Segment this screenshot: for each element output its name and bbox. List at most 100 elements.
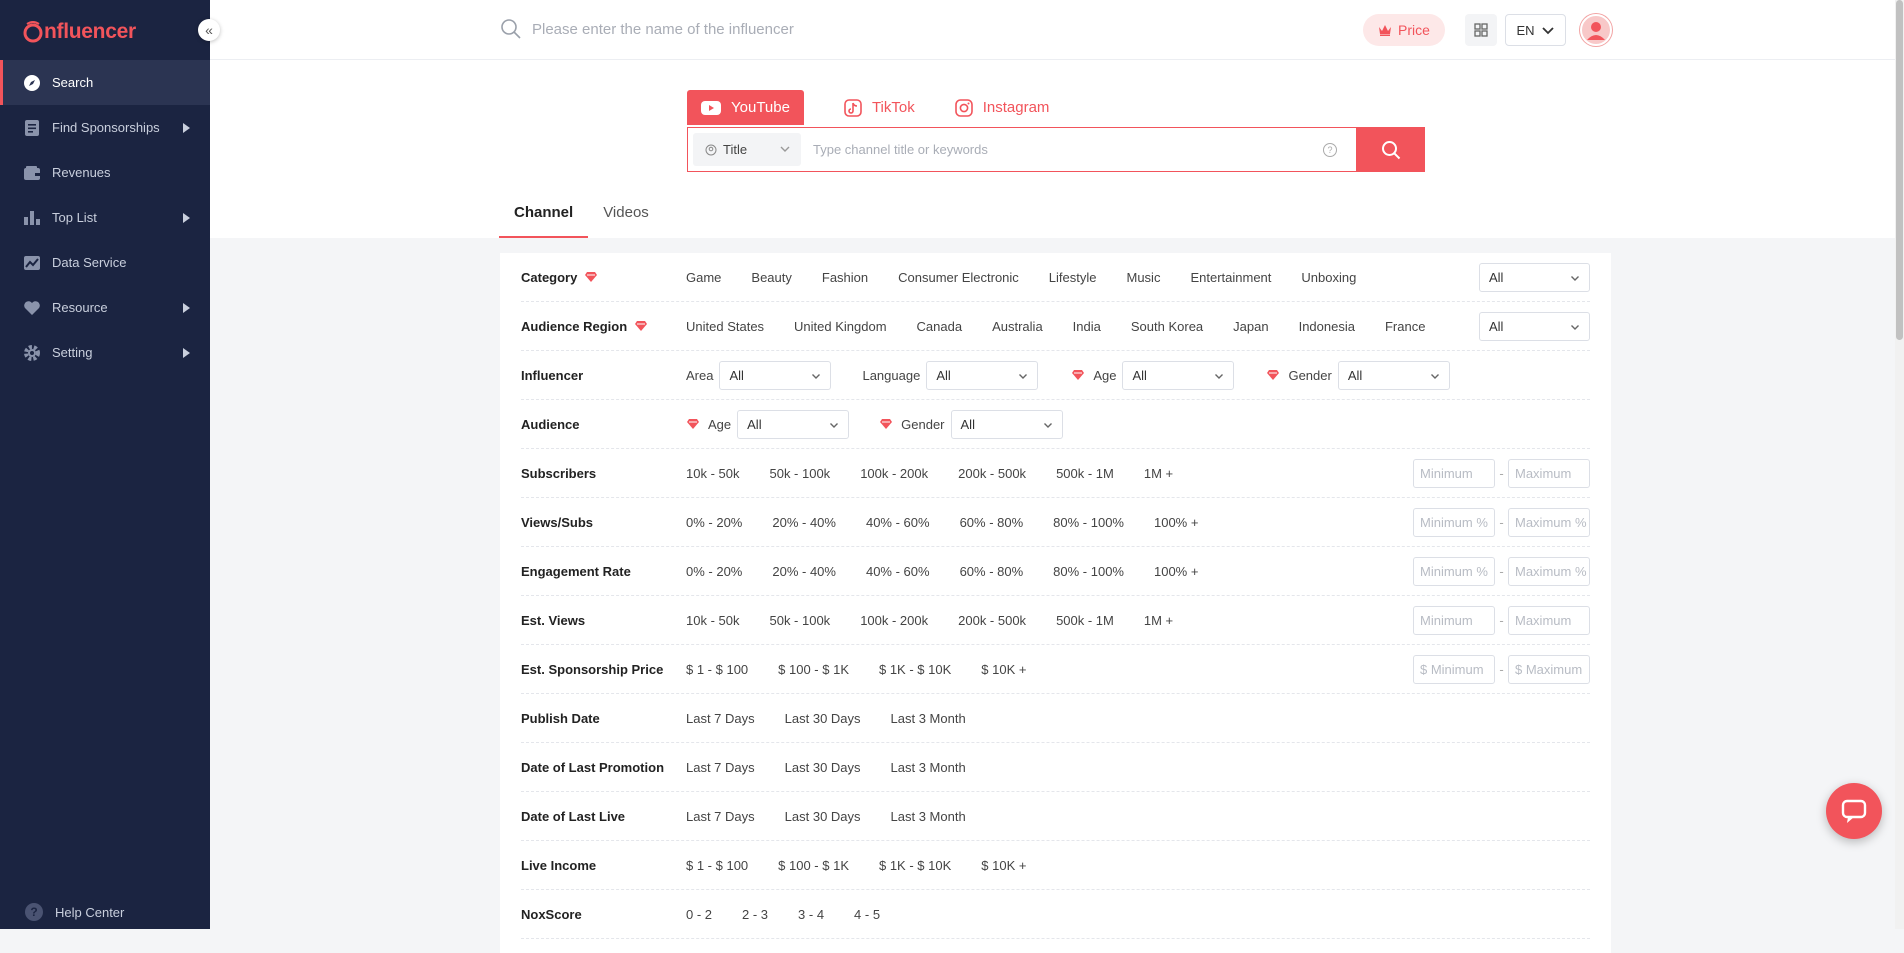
search-button[interactable] bbox=[1357, 127, 1425, 172]
min-input[interactable]: Minimum % bbox=[1413, 557, 1495, 586]
income-option[interactable]: $ 1K - $ 10K bbox=[879, 858, 951, 873]
tab-youtube[interactable]: YouTube bbox=[687, 90, 804, 125]
date-option[interactable]: Last 7 Days bbox=[686, 809, 755, 824]
logo[interactable]: nfluencer bbox=[22, 18, 136, 46]
page-scrollbar[interactable] bbox=[1895, 0, 1904, 929]
min-input[interactable]: Minimum bbox=[1413, 606, 1495, 635]
category-option[interactable]: Music bbox=[1127, 270, 1161, 285]
sidebar-item-resource[interactable]: Resource bbox=[0, 285, 210, 330]
region-option[interactable]: France bbox=[1385, 319, 1425, 334]
region-option[interactable]: Japan bbox=[1233, 319, 1268, 334]
range-option[interactable]: 100% + bbox=[1154, 564, 1198, 579]
price-option[interactable]: $ 100 - $ 1K bbox=[778, 662, 849, 677]
region-option[interactable]: United States bbox=[686, 319, 764, 334]
price-option[interactable]: $ 1K - $ 10K bbox=[879, 662, 951, 677]
min-input[interactable]: Minimum % bbox=[1413, 508, 1495, 537]
range-option[interactable]: 60% - 80% bbox=[960, 564, 1024, 579]
date-option[interactable]: Last 30 Days bbox=[785, 809, 861, 824]
score-option[interactable]: 3 - 4 bbox=[798, 907, 824, 922]
influencer-search-input[interactable] bbox=[532, 20, 932, 38]
tab-instagram[interactable]: Instagram bbox=[941, 90, 1064, 125]
range-option[interactable]: 100% + bbox=[1154, 515, 1198, 530]
price-option[interactable]: $ 1 - $ 100 bbox=[686, 662, 748, 677]
date-option[interactable]: Last 7 Days bbox=[686, 711, 755, 726]
max-input[interactable]: Maximum bbox=[1508, 459, 1590, 488]
date-option[interactable]: Last 3 Month bbox=[891, 809, 966, 824]
min-input[interactable]: $ Minimum bbox=[1413, 655, 1495, 684]
range-option[interactable]: 40% - 60% bbox=[866, 564, 930, 579]
income-option[interactable]: $ 1 - $ 100 bbox=[686, 858, 748, 873]
income-option[interactable]: $ 10K + bbox=[981, 858, 1026, 873]
tab-channel[interactable]: Channel bbox=[499, 196, 589, 238]
score-option[interactable]: 2 - 3 bbox=[742, 907, 768, 922]
category-option[interactable]: Entertainment bbox=[1190, 270, 1271, 285]
language-filter-select[interactable]: All bbox=[926, 360, 1039, 390]
influencer-gender-select[interactable]: All bbox=[1337, 360, 1450, 390]
category-option[interactable]: Fashion bbox=[822, 270, 868, 285]
income-option[interactable]: $ 100 - $ 1K bbox=[778, 858, 849, 873]
range-option[interactable]: 100k - 200k bbox=[860, 466, 928, 481]
sidebar-item-data-service[interactable]: Data Service bbox=[0, 240, 210, 285]
category-select[interactable]: All bbox=[1479, 263, 1590, 292]
range-option[interactable]: 80% - 100% bbox=[1053, 515, 1124, 530]
region-option[interactable]: South Korea bbox=[1131, 319, 1203, 334]
search-field-select[interactable]: Title bbox=[693, 133, 801, 166]
range-option[interactable]: 200k - 500k bbox=[958, 613, 1026, 628]
range-option[interactable]: 0% - 20% bbox=[686, 515, 742, 530]
range-option[interactable]: 500k - 1M bbox=[1056, 613, 1114, 628]
range-option[interactable]: 0% - 20% bbox=[686, 564, 742, 579]
apps-button[interactable] bbox=[1465, 14, 1497, 46]
max-input[interactable]: Maximum bbox=[1508, 606, 1590, 635]
category-option[interactable]: Unboxing bbox=[1301, 270, 1356, 285]
max-input[interactable]: Maximum % bbox=[1508, 508, 1590, 537]
range-option[interactable]: 100k - 200k bbox=[860, 613, 928, 628]
region-option[interactable]: India bbox=[1073, 319, 1101, 334]
date-option[interactable]: Last 30 Days bbox=[785, 760, 861, 775]
sidebar-item-revenues[interactable]: Revenues bbox=[0, 150, 210, 195]
help-icon[interactable]: ? bbox=[1323, 142, 1337, 157]
region-select[interactable]: All bbox=[1479, 312, 1590, 341]
range-option[interactable]: 50k - 100k bbox=[769, 613, 830, 628]
sidebar-item-top-list[interactable]: Top List bbox=[0, 195, 210, 240]
date-option[interactable]: Last 7 Days bbox=[686, 760, 755, 775]
audience-age-select[interactable]: All bbox=[737, 409, 850, 439]
keyword-input[interactable] bbox=[813, 142, 1313, 157]
sidebar-item-find-sponsorships[interactable]: Find Sponsorships bbox=[0, 105, 210, 150]
language-select[interactable]: EN bbox=[1505, 14, 1566, 46]
influencer-age-select[interactable]: All bbox=[1122, 360, 1235, 390]
help-center-link[interactable]: ? Help Center bbox=[25, 903, 124, 921]
score-option[interactable]: 4 - 5 bbox=[854, 907, 880, 922]
range-option[interactable]: 50k - 100k bbox=[769, 466, 830, 481]
audience-gender-select[interactable]: All bbox=[950, 409, 1063, 439]
region-option[interactable]: Australia bbox=[992, 319, 1043, 334]
sidebar-item-setting[interactable]: Setting bbox=[0, 330, 210, 375]
tab-videos[interactable]: Videos bbox=[588, 196, 664, 238]
range-option[interactable]: 1M + bbox=[1144, 613, 1173, 628]
area-select[interactable]: All bbox=[719, 360, 832, 390]
region-option[interactable]: Canada bbox=[917, 319, 963, 334]
price-option[interactable]: $ 10K + bbox=[981, 662, 1026, 677]
category-option[interactable]: Lifestyle bbox=[1049, 270, 1097, 285]
range-option[interactable]: 500k - 1M bbox=[1056, 466, 1114, 481]
date-option[interactable]: Last 3 Month bbox=[891, 760, 966, 775]
min-input[interactable]: Minimum bbox=[1413, 459, 1495, 488]
range-option[interactable]: 1M + bbox=[1144, 466, 1173, 481]
avatar[interactable] bbox=[1580, 14, 1612, 46]
range-option[interactable]: 80% - 100% bbox=[1053, 564, 1124, 579]
range-option[interactable]: 60% - 80% bbox=[960, 515, 1024, 530]
scrollbar-thumb[interactable] bbox=[1896, 0, 1903, 340]
category-option[interactable]: Game bbox=[686, 270, 721, 285]
max-input[interactable]: Maximum % bbox=[1508, 557, 1590, 586]
range-option[interactable]: 20% - 40% bbox=[772, 515, 836, 530]
range-option[interactable]: 10k - 50k bbox=[686, 466, 739, 481]
range-option[interactable]: 20% - 40% bbox=[772, 564, 836, 579]
range-option[interactable]: 200k - 500k bbox=[958, 466, 1026, 481]
category-option[interactable]: Consumer Electronic bbox=[898, 270, 1019, 285]
date-option[interactable]: Last 30 Days bbox=[785, 711, 861, 726]
chat-support-button[interactable] bbox=[1826, 783, 1882, 839]
price-button[interactable]: Price bbox=[1363, 14, 1445, 46]
score-option[interactable]: 0 - 2 bbox=[686, 907, 712, 922]
max-input[interactable]: $ Maximum bbox=[1508, 655, 1590, 684]
date-option[interactable]: Last 3 Month bbox=[891, 711, 966, 726]
sidebar-item-search[interactable]: Search bbox=[0, 60, 210, 105]
